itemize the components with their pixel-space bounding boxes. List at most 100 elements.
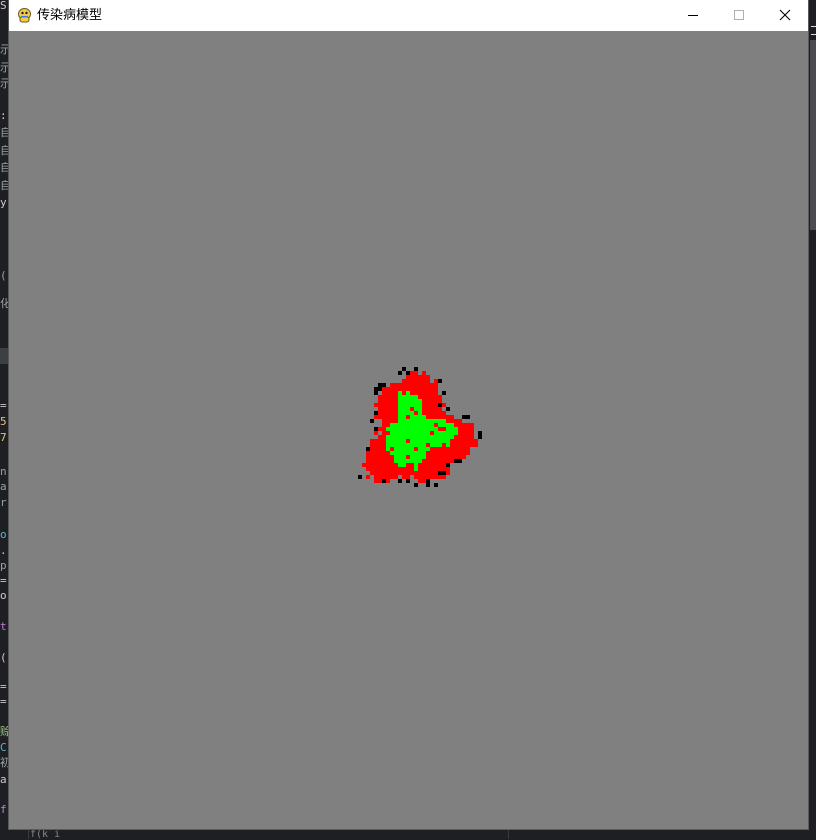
infected-cell xyxy=(378,435,382,439)
dead-cell xyxy=(438,403,442,407)
background-editor-bottom xyxy=(0,829,816,839)
infected-cell xyxy=(418,463,422,467)
simulation-canvas[interactable] xyxy=(9,31,808,829)
recovered-cell xyxy=(442,431,446,435)
recovered-cell xyxy=(402,431,406,435)
infected-cell xyxy=(386,415,390,419)
infected-cell xyxy=(394,419,398,423)
background-code-glyph: ( xyxy=(0,652,7,664)
infected-cell xyxy=(386,479,390,483)
infected-cell xyxy=(426,379,430,383)
infected-cell xyxy=(374,475,378,479)
infected-cell xyxy=(378,407,382,411)
infected-cell xyxy=(454,435,458,439)
dead-cell xyxy=(374,427,378,431)
recovered-cell xyxy=(414,423,418,427)
infected-cell xyxy=(398,471,402,475)
infected-cell xyxy=(366,467,370,471)
infected-cell xyxy=(426,415,430,419)
infected-cell xyxy=(466,431,470,435)
infected-cell xyxy=(450,447,454,451)
infected-cell xyxy=(426,387,430,391)
infected-cell xyxy=(370,447,374,451)
recovered-cell xyxy=(418,455,422,459)
recovered-cell xyxy=(422,451,426,455)
infected-cell xyxy=(394,407,398,411)
background-editor-highlight xyxy=(0,348,9,364)
infected-cell xyxy=(406,383,410,387)
recovered-cell xyxy=(410,439,414,443)
infected-cell xyxy=(434,471,438,475)
infected-cell xyxy=(382,435,386,439)
infected-cell xyxy=(462,423,466,427)
recovered-cell xyxy=(418,407,422,411)
recovered-cell xyxy=(434,439,438,443)
infected-cell xyxy=(466,443,470,447)
infected-cell xyxy=(378,395,382,399)
recovered-cell xyxy=(394,427,398,431)
dead-cell xyxy=(478,431,482,435)
infected-cell xyxy=(434,415,438,419)
background-code-glyph: 自 xyxy=(0,180,9,192)
infected-cell xyxy=(382,415,386,419)
title-bar[interactable]: 传染病模型 xyxy=(9,0,808,31)
background-code-glyph: 化 xyxy=(0,298,9,310)
recovered-cell xyxy=(410,399,414,403)
minimize-button[interactable] xyxy=(670,0,716,31)
recovered-cell xyxy=(386,439,390,443)
infected-cell xyxy=(386,463,390,467)
infected-cell xyxy=(378,403,382,407)
infected-cell xyxy=(458,447,462,451)
infected-cell xyxy=(434,423,438,427)
infected-cell xyxy=(378,411,382,415)
infected-cell xyxy=(458,439,462,443)
infected-cell xyxy=(390,415,394,419)
infected-cell xyxy=(378,463,382,467)
dead-cell xyxy=(442,471,446,475)
recovered-cell xyxy=(442,439,446,443)
background-code-glyph: 赊 xyxy=(0,726,9,738)
background-code-glyph: n xyxy=(0,466,7,478)
infected-cell xyxy=(378,475,382,479)
infected-cell xyxy=(382,419,386,423)
dead-cell xyxy=(414,367,418,371)
dead-cell xyxy=(402,367,406,371)
infected-cell xyxy=(382,459,386,463)
recovered-cell xyxy=(410,411,414,415)
infected-cell xyxy=(386,395,390,399)
background-code-glyph: 初 xyxy=(0,757,9,769)
infected-cell xyxy=(438,463,442,467)
infected-cell xyxy=(394,391,398,395)
infected-cell xyxy=(382,411,386,415)
infected-cell xyxy=(442,411,446,415)
infected-cell xyxy=(414,471,418,475)
infected-cell xyxy=(418,379,422,383)
background-scrollbar-thumb[interactable] xyxy=(810,40,816,230)
infected-cell xyxy=(434,467,438,471)
infected-cell xyxy=(446,451,450,455)
recovered-cell xyxy=(422,443,426,447)
infected-cell xyxy=(378,479,382,483)
infected-cell xyxy=(374,431,378,435)
maximize-button[interactable] xyxy=(716,0,762,31)
background-code-glyph: a xyxy=(0,774,7,786)
recovered-cell xyxy=(402,411,406,415)
infected-cell xyxy=(370,439,374,443)
infected-cell xyxy=(434,399,438,403)
infected-cell xyxy=(430,459,434,463)
infected-cell xyxy=(458,431,462,435)
infected-cell xyxy=(410,391,414,395)
infected-cell xyxy=(390,467,394,471)
dead-cell xyxy=(398,371,402,375)
close-button[interactable] xyxy=(762,0,808,31)
recovered-cell xyxy=(430,443,434,447)
recovered-cell xyxy=(410,459,414,463)
infected-cell xyxy=(430,403,434,407)
dead-cell xyxy=(398,479,402,483)
recovered-cell xyxy=(410,403,414,407)
recovered-cell xyxy=(422,431,426,435)
infected-cell xyxy=(414,411,418,415)
recovered-cell xyxy=(410,451,414,455)
infected-cell xyxy=(454,447,458,451)
infected-cell xyxy=(418,475,422,479)
